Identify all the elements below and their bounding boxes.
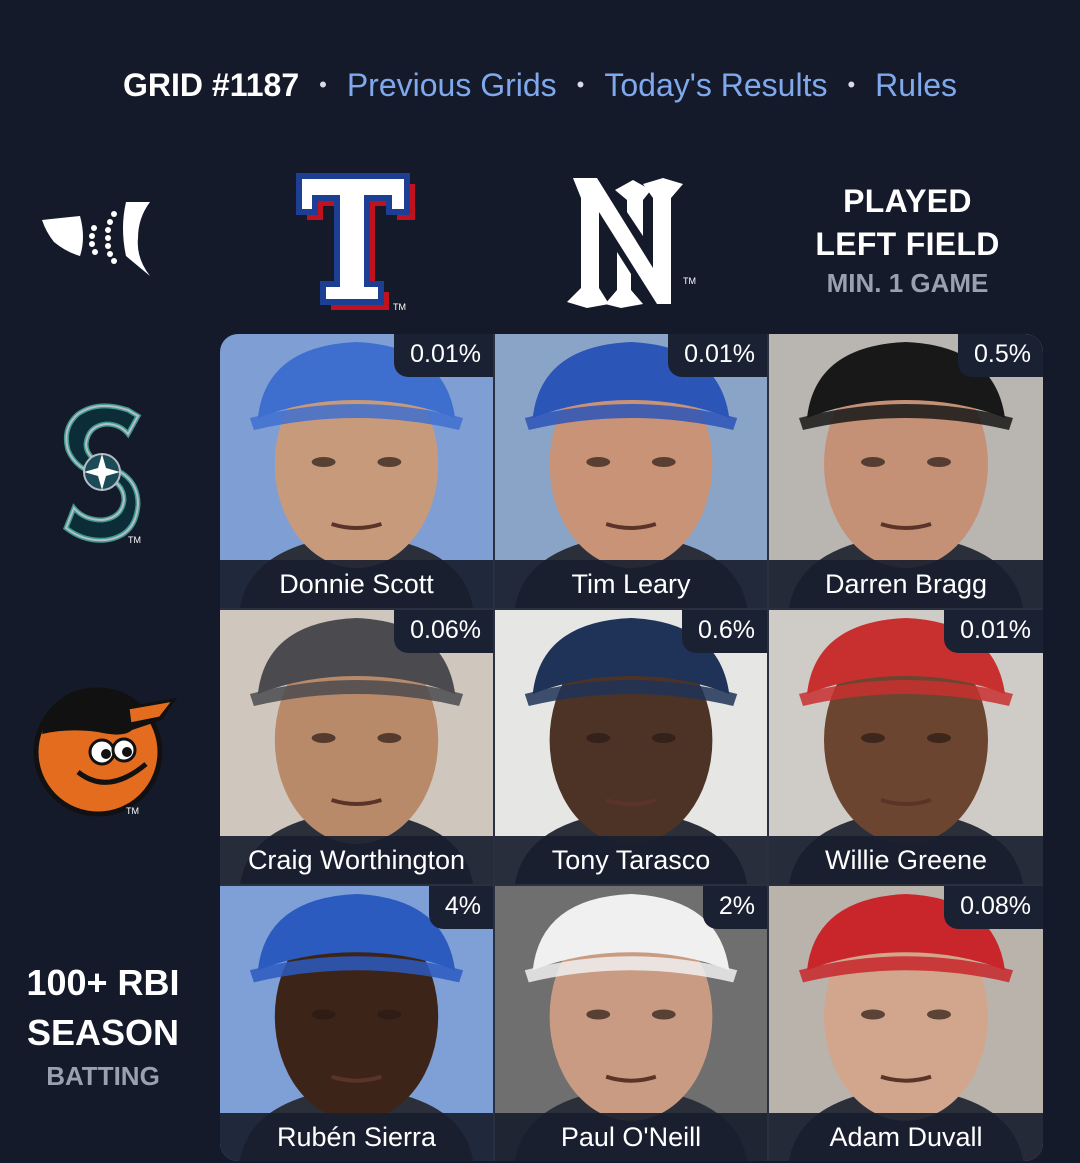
grid-cell[interactable]: 0.6% Tony Tarasco [495, 610, 767, 884]
rarity-percentage: 2% [702, 886, 767, 929]
player-name: Tony Tarasco [495, 836, 767, 884]
trademark-text: TM [683, 276, 696, 286]
nav-separator: • [319, 72, 327, 97]
answer-grid: 0.01% Donnie Scott 0.01% Tim Leary 0.5% Darre… [220, 334, 1043, 1161]
criteria-line: SEASON [26, 1012, 180, 1053]
criteria-subtext: MIN. 1 GAME [826, 268, 989, 298]
trademark-text: TM [126, 806, 139, 816]
player-name: Tim Leary [495, 560, 767, 608]
row-criteria-100-rbi: 100+ RBI SEASON BATTING [8, 958, 198, 1094]
criteria-line: 100+ RBI [26, 962, 180, 1003]
todays-results-link[interactable]: Today's Results [604, 67, 827, 104]
rarity-percentage: 0.5% [958, 334, 1043, 377]
player-name: Adam Duvall [769, 1113, 1043, 1161]
grid-cell[interactable]: 0.01% Donnie Scott [220, 334, 493, 608]
rules-link[interactable]: Rules [875, 67, 957, 104]
rarity-percentage: 0.01% [394, 334, 493, 377]
grid-title: GRID #1187 [123, 66, 300, 103]
criteria-subtext: BATTING [46, 1061, 160, 1091]
criteria-line: PLAYED [843, 183, 972, 219]
column-criteria-left-field: PLAYED LEFT FIELD MIN. 1 GAME [790, 180, 1025, 300]
top-nav: GRID #1187 • Previous Grids • Today's Re… [0, 62, 1080, 108]
nav-separator: • [576, 72, 585, 97]
grid-cell[interactable]: 0.5% Darren Bragg [769, 334, 1043, 608]
trademark-text: TM [128, 535, 141, 545]
previous-grids-link[interactable]: Previous Grids [347, 67, 557, 104]
immaculate-grid-logo-icon [40, 198, 158, 282]
rangers-logo-icon: TM [293, 170, 423, 315]
grid-cell[interactable]: 0.01% Willie Greene [769, 610, 1043, 884]
player-name: Willie Greene [769, 836, 1043, 884]
orioles-logo-icon: TM [28, 680, 180, 820]
trademark-text: TM [393, 302, 406, 312]
rarity-percentage: 4% [428, 886, 493, 929]
rarity-percentage: 0.01% [668, 334, 767, 377]
rarity-percentage: 0.6% [682, 610, 767, 653]
mariners-logo-icon: TM [58, 400, 152, 550]
rarity-percentage: 0.06% [394, 610, 493, 653]
player-name: Paul O'Neill [495, 1113, 767, 1161]
grid-cell[interactable]: 0.01% Tim Leary [495, 334, 767, 608]
grid-cell[interactable]: 4% Rubén Sierra [220, 886, 493, 1161]
criteria-line: LEFT FIELD [815, 226, 1000, 262]
yankees-logo-icon: TM [563, 172, 703, 312]
rarity-percentage: 0.01% [944, 610, 1043, 653]
grid-cell[interactable]: 0.06% Craig Worthington [220, 610, 493, 884]
player-name: Rubén Sierra [220, 1113, 493, 1161]
player-name: Donnie Scott [220, 560, 493, 608]
grid-cell[interactable]: 0.08% Adam Duvall [769, 886, 1043, 1161]
player-name: Craig Worthington [220, 836, 493, 884]
grid-cell[interactable]: 2% Paul O'Neill [495, 886, 767, 1161]
player-name: Darren Bragg [769, 560, 1043, 608]
rarity-percentage: 0.08% [944, 886, 1043, 929]
nav-separator: • [847, 72, 856, 97]
